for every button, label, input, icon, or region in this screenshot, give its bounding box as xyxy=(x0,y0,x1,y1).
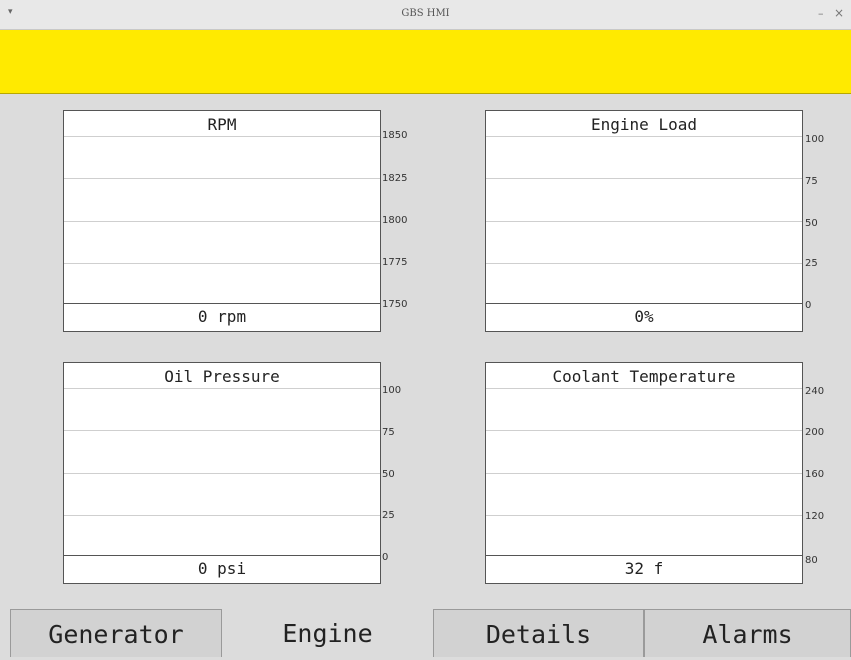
oil-pressure-tick: 100 xyxy=(382,385,402,396)
tab-alarms[interactable]: Alarms xyxy=(644,609,851,657)
oil-pressure-tick: 75 xyxy=(382,427,395,438)
oil-pressure-tick: 50 xyxy=(382,469,395,480)
coolant-temperature-gauge-title: Coolant Temperature xyxy=(552,367,736,386)
tab-bar: Generator Engine Details Alarms xyxy=(0,609,851,657)
minimize-icon[interactable]: – xyxy=(818,7,824,20)
engine-load-tick: 0 xyxy=(805,300,812,311)
rpm-tick: 1800 xyxy=(382,215,408,226)
engine-load-gauge: Engine Load 0% xyxy=(485,110,803,332)
coolant-temperature-gauge: Coolant Temperature 32 f xyxy=(485,362,803,584)
gauge-gridline xyxy=(64,430,380,431)
gauge-gridline xyxy=(486,263,802,264)
gauge-gridline xyxy=(486,178,802,179)
gauge-gridline xyxy=(64,473,380,474)
window-titlebar: ▾ GBS HMI – × xyxy=(0,0,851,30)
coolant-temperature-tick: 160 xyxy=(805,469,825,480)
coolant-temperature-tick: 120 xyxy=(805,511,825,522)
engine-load-gauge-title: Engine Load xyxy=(591,115,697,134)
gauge-gridline xyxy=(64,221,380,222)
gauge-gridline xyxy=(64,178,380,179)
tab-details[interactable]: Details xyxy=(433,609,644,657)
alarm-banner xyxy=(0,30,851,94)
rpm-tick: 1850 xyxy=(382,130,408,141)
rpm-gauge: RPM 0 rpm xyxy=(63,110,381,332)
gauge-gridline xyxy=(486,473,802,474)
gauge-gridline xyxy=(486,136,802,137)
engine-load-value: 0% xyxy=(486,303,802,331)
coolant-temperature-value: 32 f xyxy=(486,555,802,583)
engine-load-tick: 100 xyxy=(805,134,825,145)
gauge-gridline xyxy=(64,515,380,516)
rpm-tick: 1750 xyxy=(382,299,408,310)
gauge-gridline xyxy=(486,515,802,516)
oil-pressure-tick: 0 xyxy=(382,552,389,563)
gauge-gridline xyxy=(64,388,380,389)
close-icon[interactable]: × xyxy=(834,6,844,20)
oil-pressure-gauge: Oil Pressure 0 psi xyxy=(63,362,381,584)
oil-pressure-gauge-title: Oil Pressure xyxy=(164,367,280,386)
engine-load-tick: 50 xyxy=(805,218,818,229)
window-title: GBS HMI xyxy=(401,8,450,19)
gauge-gridline xyxy=(486,388,802,389)
gauge-gridline xyxy=(486,221,802,222)
tab-generator[interactable]: Generator xyxy=(10,609,222,657)
rpm-gauge-title: RPM xyxy=(207,115,237,134)
gauge-gridline xyxy=(64,263,380,264)
coolant-temperature-tick: 80 xyxy=(805,555,818,566)
oil-pressure-tick: 25 xyxy=(382,510,395,521)
rpm-tick: 1775 xyxy=(382,257,408,268)
engine-load-tick: 75 xyxy=(805,176,818,187)
coolant-temperature-tick: 200 xyxy=(805,427,825,438)
coolant-temperature-tick: 240 xyxy=(805,386,825,397)
engine-load-tick: 25 xyxy=(805,258,818,269)
gauge-gridline xyxy=(64,136,380,137)
tab-engine[interactable]: Engine xyxy=(222,609,433,657)
oil-pressure-value: 0 psi xyxy=(64,555,380,583)
rpm-tick: 1825 xyxy=(382,173,408,184)
gauge-gridline xyxy=(486,430,802,431)
rpm-value: 0 rpm xyxy=(64,303,380,331)
